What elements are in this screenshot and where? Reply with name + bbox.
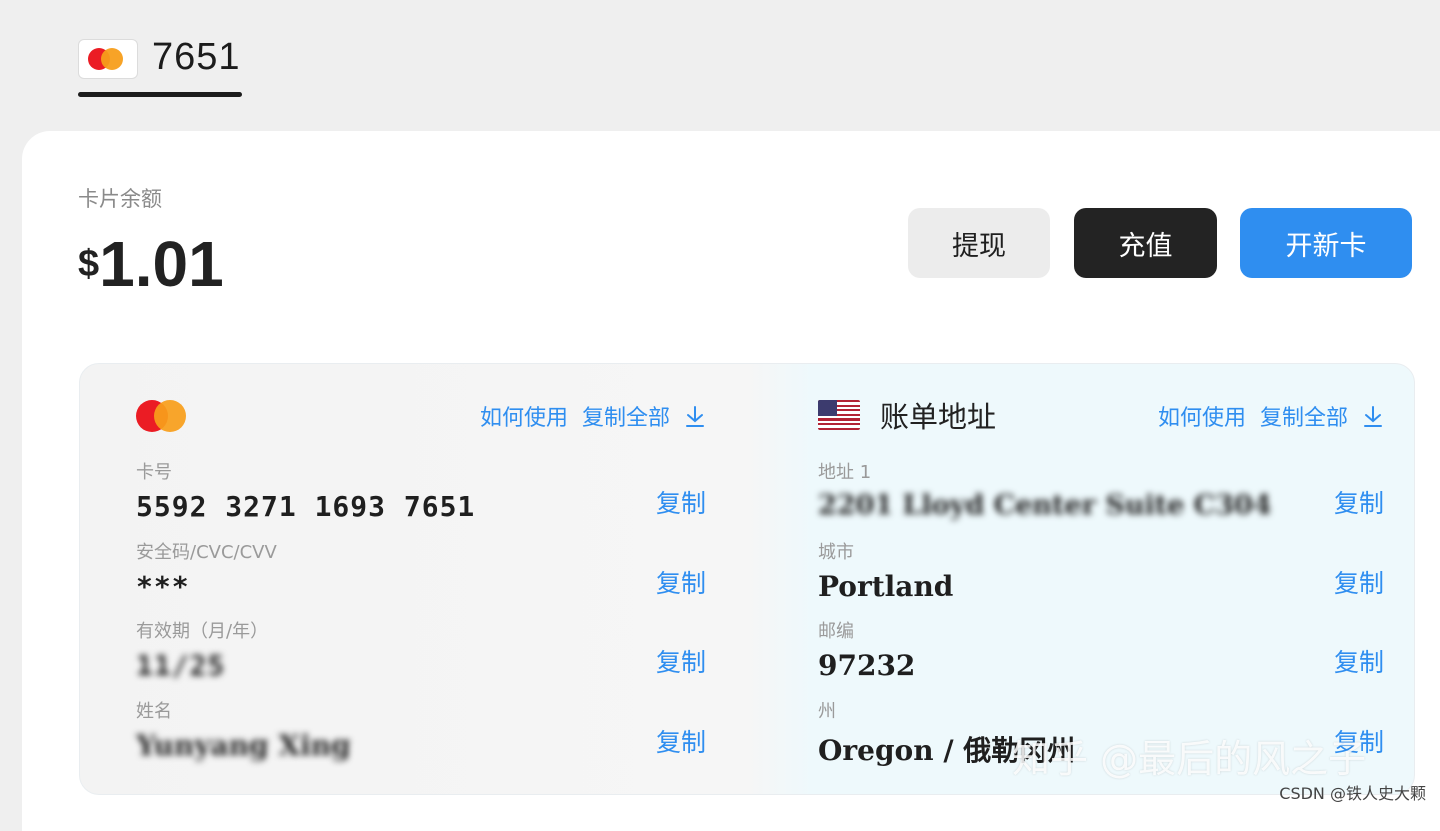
mastercard-icon [136, 400, 188, 432]
cardholder-name-value: Yunyang Xing [136, 729, 351, 762]
currency-symbol: $ [78, 243, 100, 285]
card-number-value: 5592 3271 1693 7651 [136, 490, 476, 523]
csdn-watermark: CSDN @铁人史大颗 [1279, 784, 1426, 803]
download-icon[interactable] [684, 404, 706, 428]
billing-copy-all-link[interactable]: 复制全部 [1260, 400, 1348, 432]
balance-label: 卡片余额 [78, 187, 162, 211]
address1-field: 地址 1 2201 Lloyd Center Suite C304 复制 [818, 458, 1384, 521]
balance-value: 1.01 [99, 228, 224, 300]
copy-zip-button[interactable]: 复制 [1334, 643, 1384, 679]
cardholder-name-label: 姓名 [136, 701, 172, 722]
billing-actions: 如何使用 复制全部 [1158, 400, 1384, 432]
copy-card-number-button[interactable]: 复制 [656, 484, 706, 520]
expiry-value: 11/25 [136, 649, 226, 682]
active-tab-indicator [78, 92, 242, 97]
city-value: Portland [818, 570, 954, 603]
zip-label: 邮编 [818, 621, 854, 642]
card-number-label: 卡号 [136, 462, 172, 483]
copy-cvc-button[interactable]: 复制 [656, 564, 706, 600]
cvc-value: *** [136, 570, 190, 603]
zip-value: 97232 [818, 649, 916, 682]
cvc-field: 安全码/CVC/CVV *** 复制 [136, 538, 706, 603]
download-icon[interactable] [1362, 404, 1384, 428]
expiry-field: 有效期（月/年） 11/25 复制 [136, 617, 706, 682]
copy-expiry-button[interactable]: 复制 [656, 643, 706, 679]
how-to-use-link[interactable]: 如何使用 [480, 400, 568, 432]
copy-city-button[interactable]: 复制 [1334, 564, 1384, 600]
billing-address-title: 账单地址 [880, 400, 997, 434]
withdraw-button[interactable]: 提现 [908, 208, 1050, 278]
mastercard-icon [78, 39, 138, 79]
copy-name-button[interactable]: 复制 [656, 723, 706, 759]
us-flag-icon [818, 400, 860, 430]
card-info-actions: 如何使用 复制全部 [480, 400, 706, 432]
city-label: 城市 [818, 542, 854, 563]
state-label: 州 [818, 701, 836, 722]
card-detail-panel: 卡片余额 $1.01 提现 充值 开新卡 如何使用 复制全部 卡号 5592 3… [22, 131, 1440, 831]
balance-amount: $1.01 [78, 227, 224, 301]
cvc-label: 安全码/CVC/CVV [136, 542, 277, 563]
address1-label: 地址 1 [818, 462, 872, 483]
expiry-label: 有效期（月/年） [136, 621, 269, 642]
zip-field: 邮编 97232 复制 [818, 617, 1384, 682]
top-up-button[interactable]: 充值 [1074, 208, 1217, 278]
card-info-section: 如何使用 复制全部 卡号 5592 3271 1693 7651 复制 安全码/… [136, 364, 706, 794]
card-tab[interactable]: 7651 [78, 36, 242, 97]
card-tab-last4: 7651 [152, 36, 241, 78]
billing-how-to-use-link[interactable]: 如何使用 [1158, 400, 1246, 432]
copy-all-link[interactable]: 复制全部 [582, 400, 670, 432]
new-card-button[interactable]: 开新卡 [1240, 208, 1412, 278]
address1-value: 2201 Lloyd Center Suite C304 [818, 490, 1272, 521]
copy-address1-button[interactable]: 复制 [1334, 484, 1384, 520]
city-field: 城市 Portland 复制 [818, 538, 1384, 603]
card-number-field: 卡号 5592 3271 1693 7651 复制 [136, 458, 706, 523]
cardholder-name-field: 姓名 Yunyang Xing 复制 [136, 697, 706, 762]
zhihu-watermark: 知乎 @最后的风之子 [1012, 737, 1367, 781]
